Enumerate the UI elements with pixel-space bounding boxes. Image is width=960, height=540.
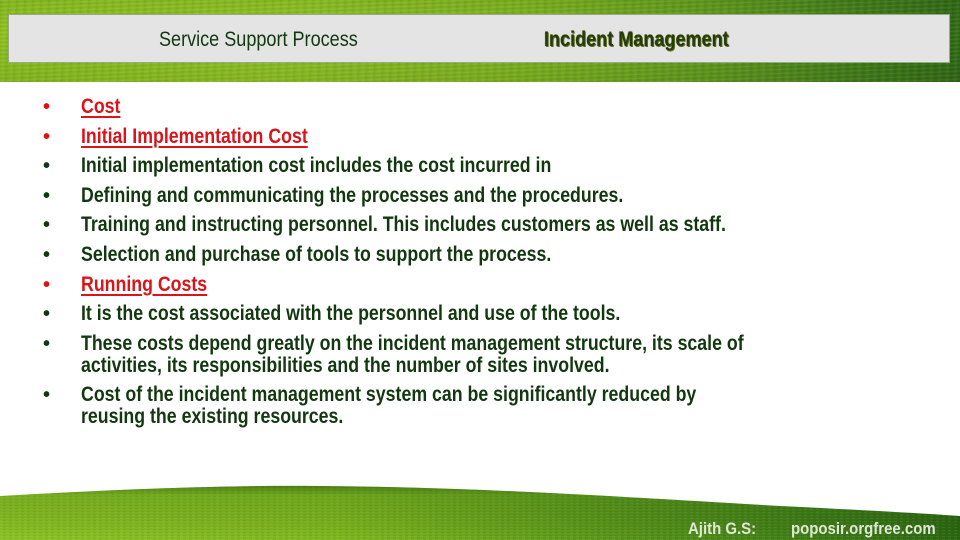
list-item-text: Initial implementation cost includes the… — [81, 154, 552, 178]
bullet-icon: • — [43, 214, 51, 237]
bullet-icon: • — [43, 184, 51, 207]
list-item: • Selection and purchase of tools to sup… — [0, 242, 960, 266]
list-item: • It is the cost associated with the per… — [0, 302, 960, 326]
bullet-icon: • — [43, 273, 51, 296]
section-title: Service Support Process — [159, 28, 358, 51]
bullet-icon: • — [43, 332, 51, 355]
bullet-icon: • — [43, 96, 51, 118]
list-item: • Cost — [0, 95, 960, 119]
footer-author: Ajith G.S: — [688, 519, 757, 538]
bullet-icon: • — [43, 155, 51, 178]
list-item-text: Cost of the incident management system c… — [81, 383, 697, 429]
list-item: • Initial implementation cost includes t… — [0, 154, 960, 178]
topic-title: Incident Management — [544, 28, 729, 51]
list-item-text: Defining and communicating the processes… — [81, 183, 624, 207]
bullet-icon: • — [43, 384, 51, 407]
bullet-icon: • — [43, 125, 51, 148]
bullet-icon: • — [43, 303, 51, 326]
list-item: • Cost of the incident management system… — [0, 384, 960, 428]
list-item-text: It is the cost associated with the perso… — [81, 302, 621, 326]
bullet-icon: • — [43, 243, 51, 266]
slide: Service Support Process Incident Managem… — [0, 0, 960, 540]
heading-running-costs: Running Costs — [81, 272, 208, 296]
heading-initial-implementation-cost: Initial Implementation Cost — [81, 124, 308, 148]
list-item: • Training and instructing personnel. Th… — [0, 213, 960, 237]
list-item: • Running Costs — [0, 272, 960, 296]
list-item-text: Selection and purchase of tools to suppo… — [81, 242, 552, 266]
list-item: • Initial Implementation Cost — [0, 124, 960, 148]
heading-cost: Cost — [81, 95, 121, 118]
footer-website: poposir.orgfree.com — [791, 519, 936, 538]
list-item-text: These costs depend greatly on the incide… — [81, 331, 744, 377]
list-item: • Defining and communicating the process… — [0, 183, 960, 207]
list-item: • These costs depend greatly on the inci… — [0, 331, 960, 377]
bullet-list: • Cost • Initial Implementation Cost • I… — [0, 96, 960, 436]
header-bar: Service Support Process Incident Managem… — [8, 14, 950, 63]
list-item-text: Training and instructing personnel. This… — [81, 213, 726, 237]
